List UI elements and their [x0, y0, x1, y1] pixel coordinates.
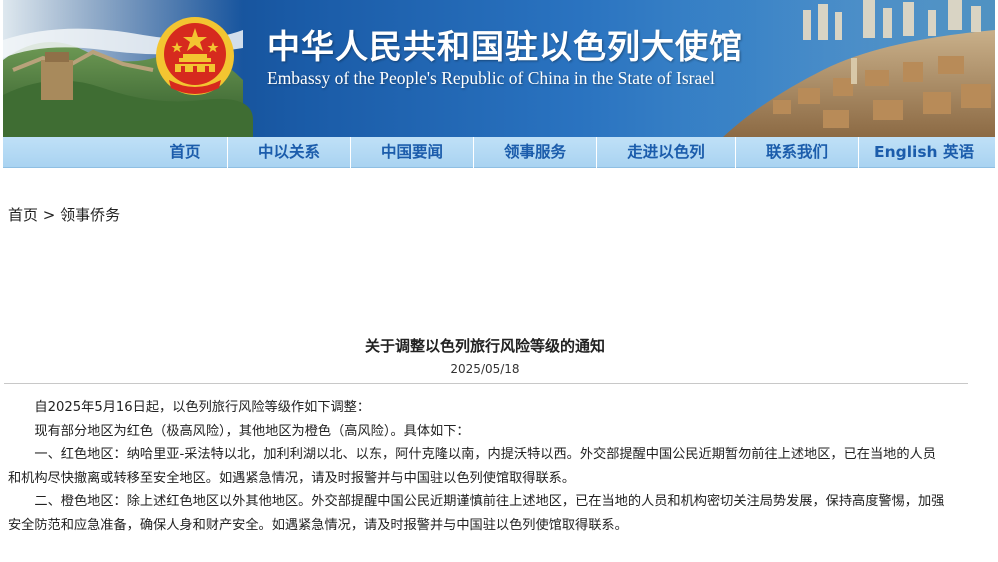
nav-item-contact-us[interactable]: 联系我们	[736, 137, 858, 168]
article-paragraph: 二、橙色地区：除上述红色地区以外其他地区。外交部提醒中国公民近期谨慎前往上述地区…	[8, 494, 945, 533]
nav-item-english[interactable]: English 英语	[859, 137, 989, 168]
article-paragraph: 自2025年5月16日起，以色列旅行风险等级作如下调整：	[34, 400, 371, 415]
site-banner: 中华人民共和国驻以色列大使馆 Embassy of the People's R…	[3, 0, 995, 137]
article-title: 关于调整以色列旅行风险等级的通知	[364, 337, 605, 355]
nav-item-home[interactable]: 首页	[143, 137, 227, 168]
nav-item-china-news[interactable]: 中国要闻	[351, 137, 473, 168]
article-paragraph: 一、红色地区：纳哈里亚-采法特以北，加利利湖以北、以东，阿什克隆以南，内提沃特以…	[8, 447, 936, 486]
article-body: 自2025年5月16日起，以色列旅行风险等级作如下调整： 现有部分地区为红色（极…	[8, 396, 948, 537]
nav-item-about-israel[interactable]: 走进以色列	[597, 137, 735, 168]
breadcrumb-home-link[interactable]: 首页	[8, 206, 38, 224]
site-title-en: Embassy of the People's Republic of Chin…	[267, 68, 715, 88]
site-title-cn: 中华人民共和国驻以色列大使馆	[267, 27, 743, 66]
breadcrumb-separator: >	[38, 206, 61, 224]
main-nav: 首页 中以关系 中国要闻 领事服务 走进以色列 联系我们 English 英语	[3, 137, 995, 168]
title-divider	[4, 383, 968, 384]
breadcrumb-current-link[interactable]: 领事侨务	[60, 206, 120, 224]
nav-item-china-israel-relations[interactable]: 中以关系	[228, 137, 350, 168]
national-emblem-icon	[155, 14, 235, 98]
nav-item-consular-services[interactable]: 领事服务	[474, 137, 596, 168]
article-date: 2025/05/18	[450, 362, 520, 376]
article-paragraph: 现有部分地区为红色（极高风险），其他地区为橙色（高风险）。具体如下：	[34, 423, 470, 439]
breadcrumb: 首页 > 领事侨务	[8, 204, 120, 225]
